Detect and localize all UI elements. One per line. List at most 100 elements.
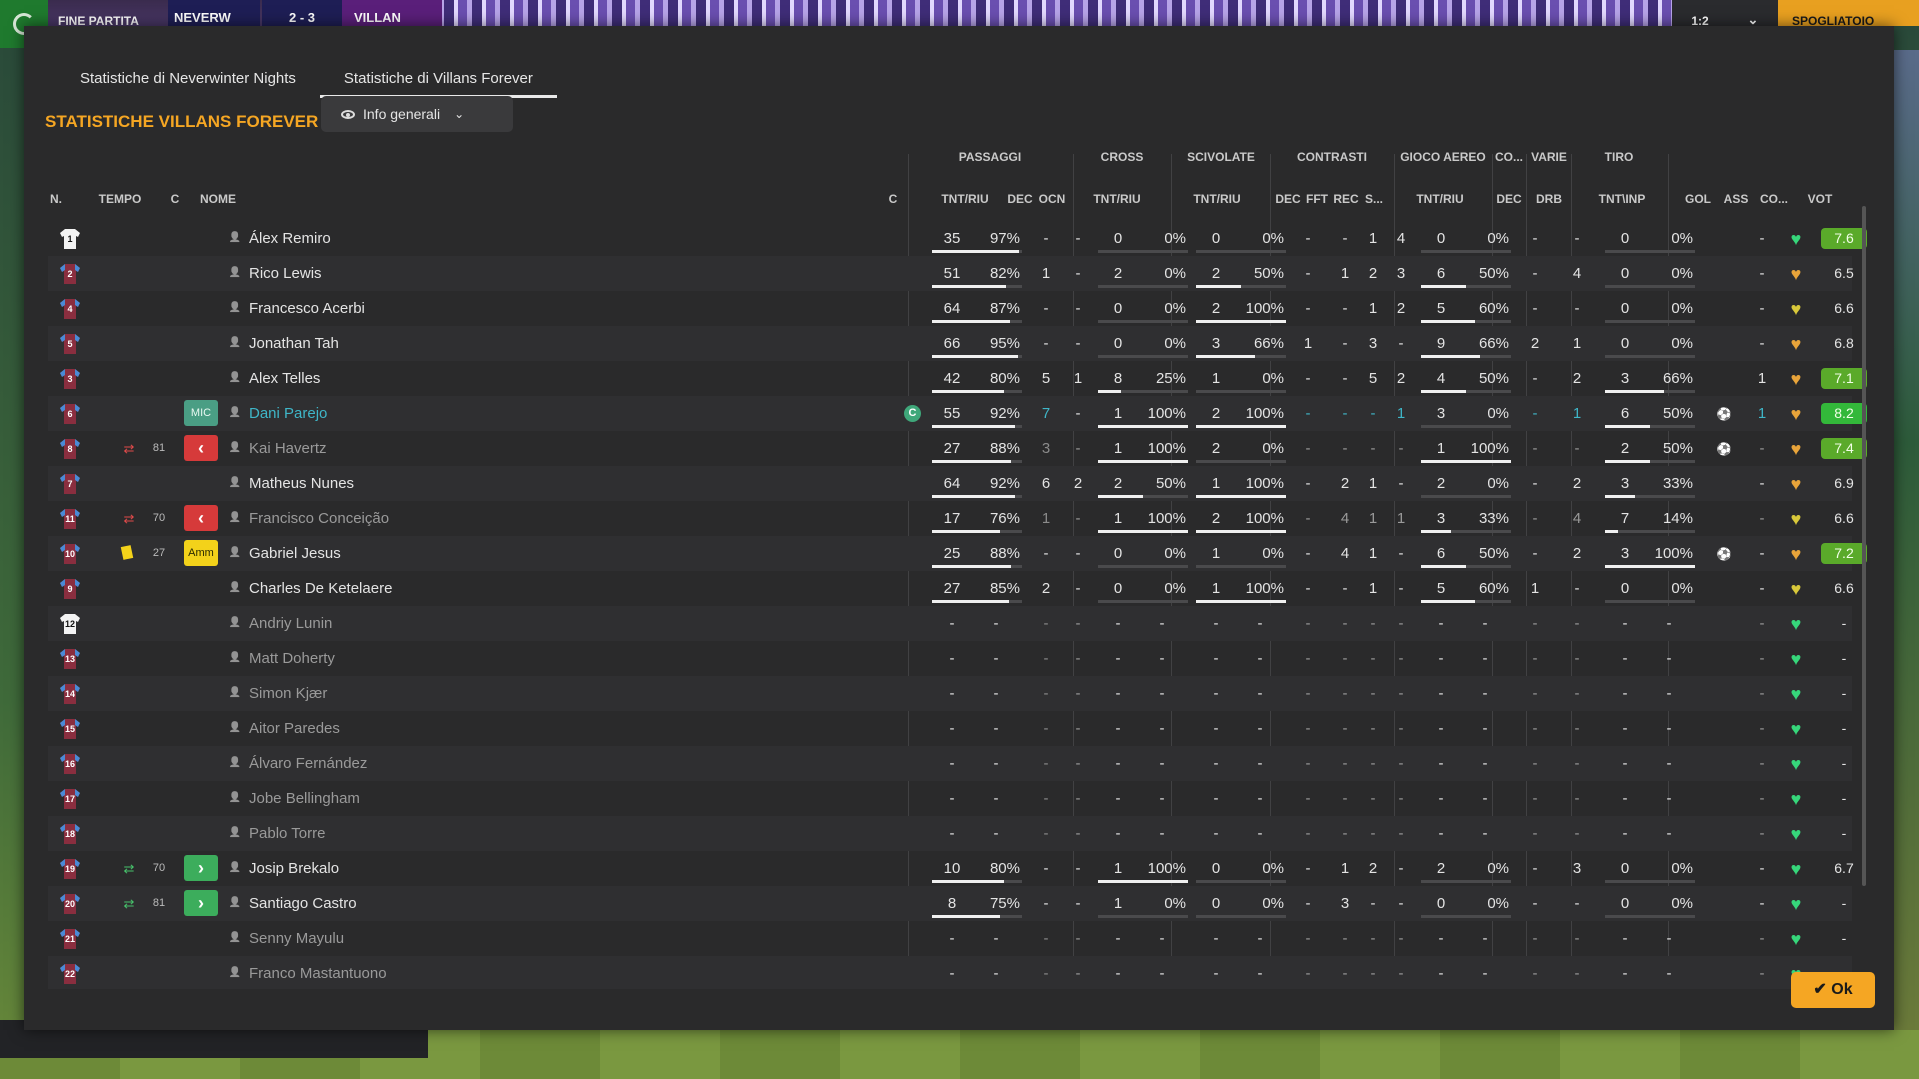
tackle-s: - bbox=[1398, 930, 1404, 947]
column-header-con-fft[interactable]: FFT bbox=[1303, 192, 1331, 212]
tackle-fft: 1 bbox=[1340, 265, 1350, 282]
player-name[interactable]: Dani Parejo bbox=[249, 396, 629, 431]
player-name[interactable]: Francesco Acerbi bbox=[249, 291, 629, 326]
co-dec: - bbox=[1532, 405, 1538, 422]
column-header-con-s[interactable]: S... bbox=[1360, 192, 1388, 212]
table-row[interactable]: 13 👤 Matt Doherty - - - - - - - - - - - - - - - - - - - ♥ - bbox=[48, 641, 1852, 676]
table-row[interactable]: 3 👤 Alex Telles 42 80% 5 1 8 25% 1 0% - - 5 2 4 50% - 2 3 66… bbox=[48, 361, 1867, 396]
table-row[interactable]: 21 👤 Senny Mayulu - - - - - - - - - - - - - - - - - - - ♥ - bbox=[48, 921, 1852, 956]
player-name[interactable]: Jonathan Tah bbox=[249, 326, 629, 361]
player-name[interactable]: Josip Brekalo bbox=[249, 851, 629, 886]
column-header-pass-tnt-riu[interactable]: TNT/RIU bbox=[930, 192, 1000, 212]
table-scrollbar[interactable] bbox=[1862, 206, 1866, 886]
tackle-fft: - bbox=[1342, 440, 1348, 457]
column-header-pass-ocn[interactable]: OCN bbox=[1036, 192, 1068, 212]
tackle-fft: - bbox=[1342, 650, 1348, 667]
player-name[interactable]: Kai Havertz bbox=[249, 431, 629, 466]
column-header-n[interactable]: N. bbox=[50, 192, 74, 212]
tab-home-stats[interactable]: Statistiche di Neverwinter Nights bbox=[56, 60, 320, 98]
table-row[interactable]: 12 👤 Andriy Lunin - - - - - - - - - - - - - - - - - - - ♥ - bbox=[48, 606, 1852, 641]
dressing-room-button[interactable]: SPOGLIATOIO bbox=[1778, 0, 1919, 26]
passes-percent: - bbox=[993, 755, 999, 772]
column-header-c[interactable]: C bbox=[168, 192, 182, 212]
table-row[interactable]: 6 MIC 👤 Dani Parejo C 55 92% 7-1 100% 2 100% - - -1 3 0… bbox=[48, 396, 1867, 431]
player-name[interactable]: Andriy Lunin bbox=[249, 606, 629, 641]
player-name[interactable]: Pablo Torre bbox=[249, 816, 629, 851]
table-row[interactable]: 2 👤 Rico Lewis 51 82% 1-2 0% 2 50% -1 2 3 6 50% -4 0 0% -… bbox=[48, 256, 1854, 291]
table-row[interactable]: 19 ⇄ 70 › 👤 Josip Brekalo 10 80% - -1 100% 0 0% -1 2-2… bbox=[48, 851, 1854, 886]
player-name[interactable]: Rico Lewis bbox=[249, 256, 629, 291]
passes-count: - bbox=[949, 755, 955, 772]
column-header-pass-dec[interactable]: DEC bbox=[1004, 192, 1036, 212]
column-header-ass[interactable]: ASS bbox=[1721, 192, 1751, 212]
table-row[interactable]: 10 27 Amm 👤 Gabriel Jesus 25 88% - -0 0% 1 0% -4 1-6 5… bbox=[48, 536, 1867, 571]
player-name[interactable]: Senny Mayulu bbox=[249, 921, 629, 956]
tab-away-stats[interactable]: Statistiche di Villans Forever bbox=[319, 60, 557, 98]
match-score: 2 - 3 bbox=[262, 0, 342, 26]
column-header-cross-tnt-riu[interactable]: TNT/RIU bbox=[1082, 192, 1152, 212]
player-name[interactable]: Santiago Castro bbox=[249, 886, 629, 921]
table-row[interactable]: 17 👤 Jobe Bellingham - - - - - - - - - - - - - - - - - - - ♥ - bbox=[48, 781, 1852, 816]
column-header-co-dec[interactable]: DEC bbox=[1494, 192, 1524, 212]
table-row[interactable]: 8 ⇄ 81 ‹ 👤 Kai Havertz 27 88% 3-1 100% 2 0% - - - -1 100… bbox=[48, 431, 1867, 466]
table-row[interactable]: 15 👤 Aitor Paredes - - - - - - - - - - - - - - - - - - - ♥ - bbox=[48, 711, 1852, 746]
table-row[interactable]: 11 ⇄ 70 ‹ 👤 Francisco Conceição 17 76% 1-1 100% 2 1… bbox=[48, 501, 1854, 536]
column-header-con-dec[interactable]: DEC bbox=[1274, 192, 1302, 212]
column-header-varie-drb[interactable]: DRB bbox=[1529, 192, 1569, 212]
column-header-tempo[interactable]: TEMPO bbox=[98, 192, 142, 212]
player-name[interactable]: Gabriel Jesus bbox=[249, 536, 629, 571]
table-row[interactable]: 5 👤 Jonathan Tah 66 95% - -0 0% 3 66% 1-3-9 66% 2 1 0 0… bbox=[48, 326, 1854, 361]
column-header-aereo-tnt-riu[interactable]: TNT/RIU bbox=[1405, 192, 1475, 212]
table-row[interactable]: 1 👤 Álex Remiro 35 97% - -0 0% 0 0% - -1 4 0 0% - -0 0% - ♥… bbox=[48, 221, 1867, 256]
table-row[interactable]: 4 👤 Francesco Acerbi 64 87% - -0 0% 2 100% - -1 2 5 60… bbox=[48, 291, 1854, 326]
table-row[interactable]: 9 👤 Charles De Ketelaere 27 85% 2-0 0% 1 100% - -1… bbox=[48, 571, 1854, 606]
shirt-icon: 14 bbox=[59, 683, 81, 705]
dribbles: 4 bbox=[1572, 510, 1582, 527]
column-header-tiro-tnt-inp[interactable]: TNT\INP bbox=[1587, 192, 1657, 212]
view-dropdown[interactable]: Info generali ⌄ bbox=[321, 96, 513, 132]
player-name[interactable]: Simon Kjær bbox=[249, 676, 629, 711]
player-name[interactable]: Matheus Nunes bbox=[249, 466, 629, 501]
column-header-vot[interactable]: VOT bbox=[1797, 192, 1843, 212]
player-name[interactable]: Matt Doherty bbox=[249, 641, 629, 676]
shirt-number: 21 bbox=[64, 934, 75, 944]
progress-track bbox=[1098, 565, 1188, 568]
player-name[interactable]: Franco Mastantuono bbox=[249, 956, 629, 989]
table-row[interactable]: 22 👤 Franco Mastantuono - - - - - - - - - - - - - - - - - - -… bbox=[48, 956, 1852, 989]
player-name[interactable]: Francisco Conceição bbox=[249, 501, 629, 536]
tackle-dec: - bbox=[1305, 755, 1311, 772]
tackle-rec: 1 bbox=[1368, 580, 1378, 597]
person-icon: 👤 bbox=[228, 512, 242, 523]
assists: - bbox=[1759, 650, 1765, 667]
player-name[interactable]: Jobe Bellingham bbox=[249, 781, 629, 816]
player-name[interactable]: Álex Remiro bbox=[249, 221, 629, 256]
column-header-capt[interactable]: C bbox=[886, 192, 900, 212]
column-header-nome[interactable]: NOME bbox=[200, 192, 260, 212]
chevron-down-icon[interactable]: ⌄ bbox=[1728, 0, 1778, 26]
progress-fill bbox=[1421, 390, 1466, 393]
player-name[interactable]: Charles De Ketelaere bbox=[249, 571, 629, 606]
shots-count: - bbox=[1622, 615, 1628, 632]
player-name[interactable]: Álvaro Fernández bbox=[249, 746, 629, 781]
player-rating: - bbox=[1841, 615, 1847, 631]
dribbles: - bbox=[1574, 755, 1580, 772]
player-name[interactable]: Alex Telles bbox=[249, 361, 629, 396]
column-header-sciv-tnt-riu[interactable]: TNT/RIU bbox=[1182, 192, 1252, 212]
slides: 1 0% bbox=[1196, 361, 1286, 396]
table-row[interactable]: 20 ⇄ 81 › 👤 Santiago Castro 8 75% - -1 0% 0 0% -3- -0 0… bbox=[48, 886, 1852, 921]
pass-ocn: - bbox=[1075, 615, 1081, 632]
co-dec: - bbox=[1532, 300, 1538, 317]
slides-percent: - bbox=[1257, 650, 1263, 667]
column-header-gol[interactable]: GOL bbox=[1683, 192, 1713, 212]
group-header: VARIE bbox=[1531, 150, 1567, 164]
crosses-count: - bbox=[1115, 720, 1121, 737]
aerial: 5 60% bbox=[1421, 571, 1511, 606]
ok-button[interactable]: ✔ Ok bbox=[1791, 972, 1875, 1008]
column-header-co[interactable]: CO... bbox=[1759, 192, 1789, 212]
table-row[interactable]: 14 👤 Simon Kjær - - - - - - - - - - - - - - - - - - - ♥ - bbox=[48, 676, 1852, 711]
table-row[interactable]: 16 👤 Álvaro Fernández - - - - - - - - - - - - - - - - - - - ♥ - bbox=[48, 746, 1852, 781]
table-row[interactable]: 18 👤 Pablo Torre - - - - - - - - - - - - - - - - - - - ♥ - bbox=[48, 816, 1852, 851]
player-name[interactable]: Aitor Paredes bbox=[249, 711, 629, 746]
column-header-con-rec[interactable]: REC bbox=[1332, 192, 1360, 212]
table-row[interactable]: 7 👤 Matheus Nunes 64 92% 6 2 2 50% 1 100% -2 1-2 0% -2… bbox=[48, 466, 1854, 501]
